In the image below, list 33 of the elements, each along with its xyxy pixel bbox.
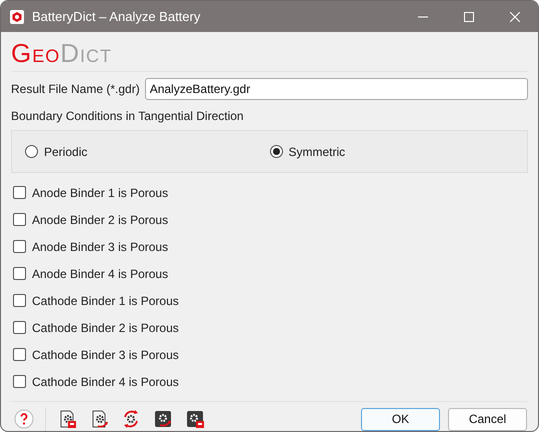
cancel-button[interactable]: Cancel <box>448 408 527 430</box>
checkbox[interactable] <box>13 321 26 334</box>
maximize-icon[interactable] <box>464 12 474 22</box>
help-icon[interactable] <box>13 408 35 430</box>
checkbox-label: Anode Binder 4 is Porous <box>32 266 168 282</box>
checkbox[interactable] <box>13 213 26 226</box>
checkbox-label: Anode Binder 1 is Porous <box>32 184 168 202</box>
radio-button[interactable] <box>270 145 282 158</box>
logo: GeoDict <box>11 38 114 70</box>
radio-button[interactable] <box>25 145 38 158</box>
dark-gear-save-icon[interactable] <box>184 408 206 430</box>
window-title: BatteryDict – Analyze Battery <box>32 8 200 26</box>
checkbox-label: Cathode Binder 1 is Porous <box>32 292 179 310</box>
checkbox-label: Cathode Binder 2 is Porous <box>32 320 179 336</box>
radio-label: Symmetric <box>288 144 346 160</box>
result-file-field[interactable]: AnalyzeBattery.gdr <box>144 78 528 100</box>
radio-label: Periodic <box>44 144 88 160</box>
checkbox-label: Cathode Binder 4 is Porous <box>32 374 179 390</box>
close-icon[interactable] <box>510 12 520 22</box>
checkbox-label: Anode Binder 3 is Porous <box>32 238 168 256</box>
section-label: Boundary Conditions in Tangential Direction <box>11 108 245 125</box>
app-icon <box>10 10 24 24</box>
checkbox[interactable] <box>13 348 26 361</box>
checkbox[interactable] <box>13 267 26 280</box>
field-label: Result File Name (*.gdr) <box>11 81 140 98</box>
dark-gear-arrow-icon[interactable] <box>152 408 174 430</box>
checkbox[interactable] <box>13 240 26 253</box>
checkbox-label: Anode Binder 2 is Porous <box>32 212 168 228</box>
checkbox[interactable] <box>13 375 26 388</box>
ok-button[interactable]: OK <box>361 408 440 430</box>
checkbox-label: Cathode Binder 3 is Porous <box>32 346 179 364</box>
checkbox[interactable] <box>13 294 26 307</box>
checkbox[interactable] <box>13 186 26 199</box>
